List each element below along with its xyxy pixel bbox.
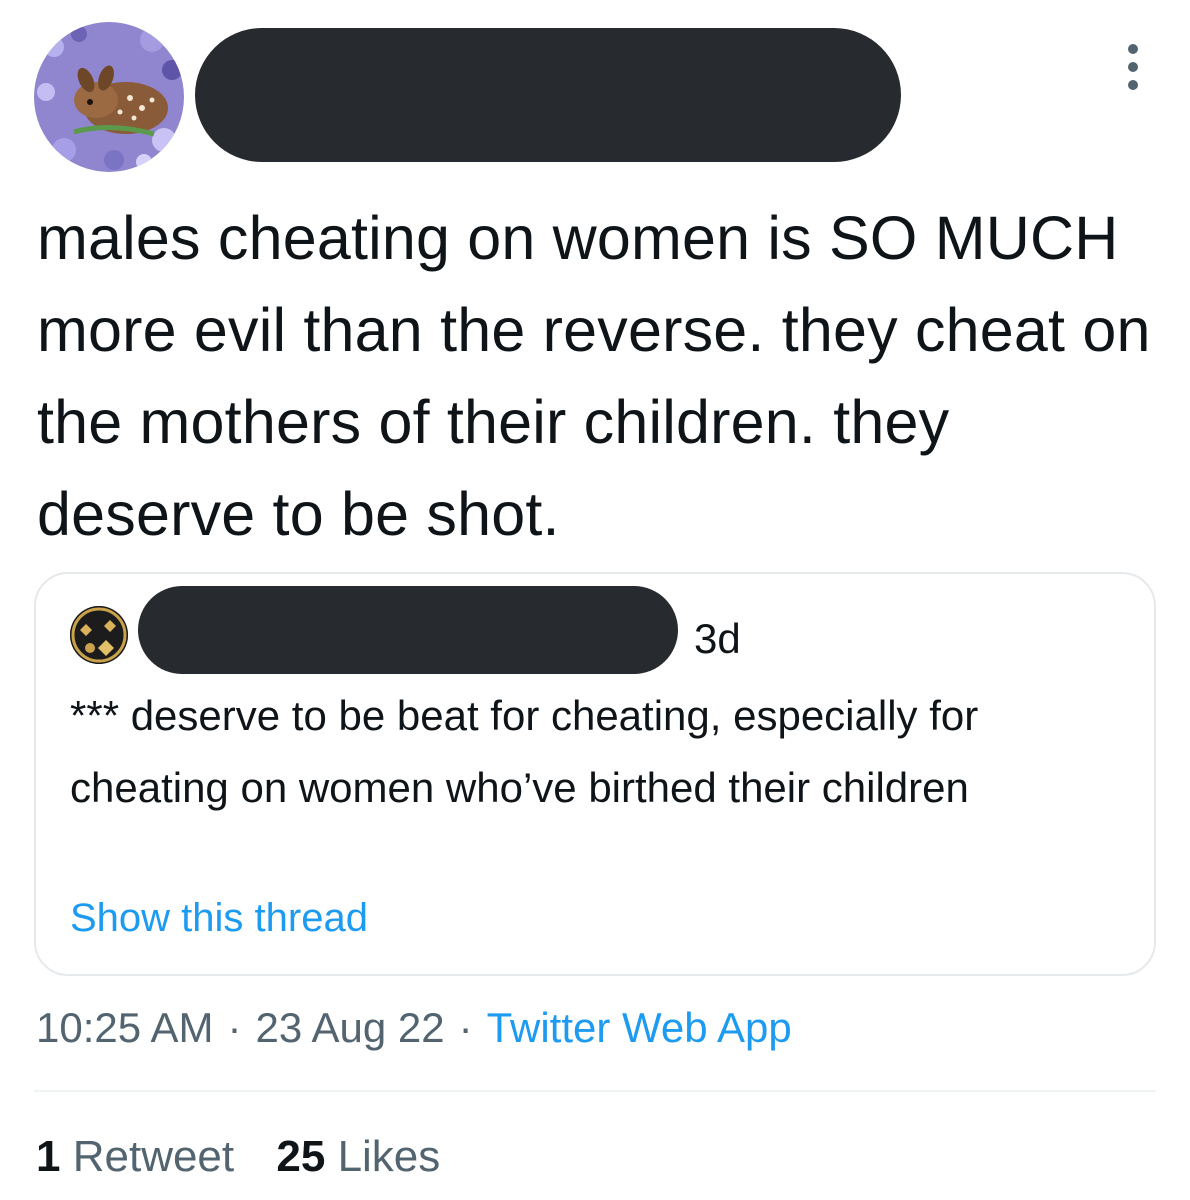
- quoted-avatar-image: [70, 606, 128, 664]
- show-thread-link[interactable]: Show this thread: [70, 890, 368, 946]
- tweet-text: males cheating on women is SO MUCH more …: [37, 204, 1151, 548]
- quoted-tweet-card[interactable]: 3d *** deserve to be beat for cheating, …: [34, 572, 1156, 976]
- more-vertical-icon[interactable]: [1120, 44, 1146, 90]
- author-name-redaction: [195, 28, 901, 162]
- tweet-source-link[interactable]: Twitter Web App: [487, 1004, 792, 1051]
- retweets-label: Retweet: [72, 1132, 235, 1181]
- engagement-stats: 1 Retweet 25 Likes: [36, 1128, 440, 1186]
- author-avatar[interactable]: [34, 22, 184, 172]
- quoted-author-name-redaction: [138, 586, 678, 674]
- meta-separator: ·: [458, 1004, 473, 1051]
- divider: [34, 1090, 1156, 1092]
- quoted-author-avatar[interactable]: [70, 606, 128, 664]
- likes-count: 25: [276, 1132, 326, 1181]
- retweets-stat[interactable]: 1 Retweet: [36, 1128, 234, 1186]
- quoted-tweet-text: *** deserve to be beat for cheating, esp…: [70, 692, 979, 811]
- meta-separator: ·: [227, 1004, 242, 1051]
- tweet-meta: 10:25 AM · 23 Aug 22 · Twitter Web App: [36, 1000, 792, 1056]
- tweet-date[interactable]: 23 Aug 22: [255, 1004, 444, 1051]
- retweets-count: 1: [36, 1132, 61, 1181]
- avatar-image: [34, 22, 184, 172]
- likes-label: Likes: [337, 1132, 441, 1181]
- quoted-tweet-age[interactable]: 3d: [694, 614, 741, 664]
- likes-stat[interactable]: 25 Likes: [276, 1128, 440, 1186]
- tweet-time[interactable]: 10:25 AM: [36, 1004, 213, 1051]
